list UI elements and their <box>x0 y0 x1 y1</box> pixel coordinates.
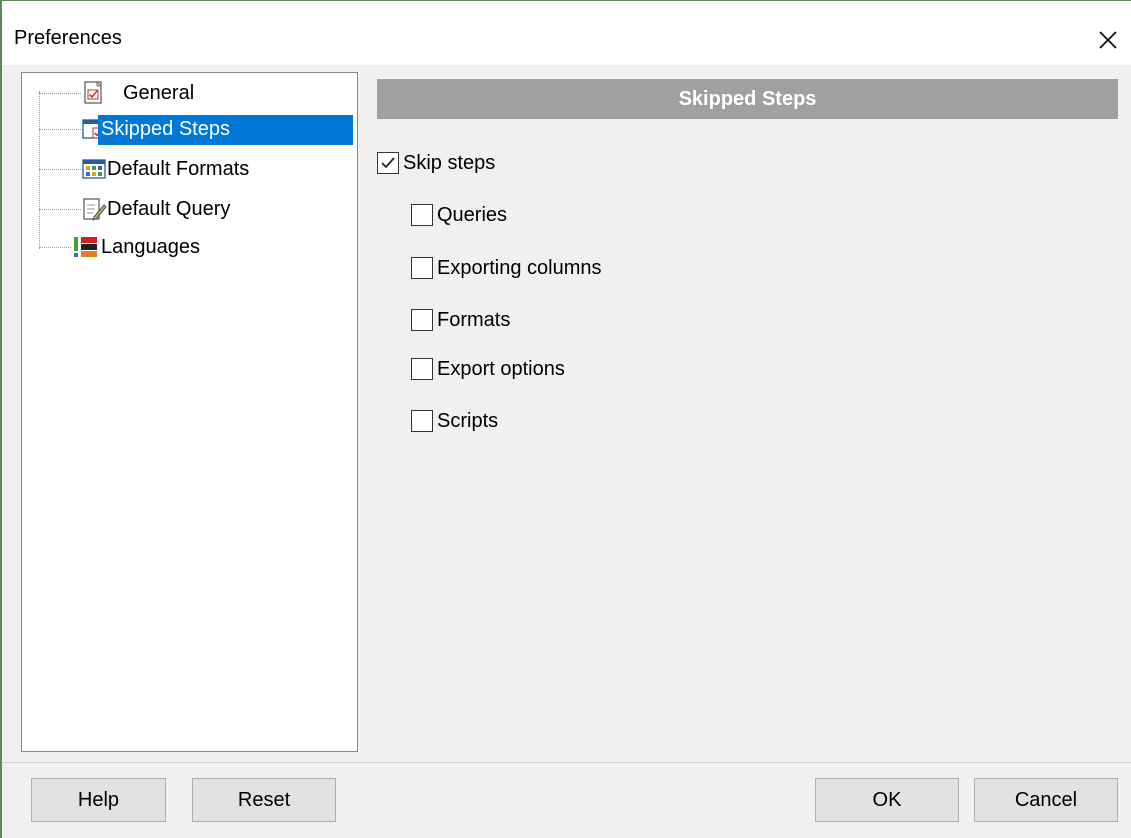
checkmark-icon <box>381 157 395 169</box>
formats-checkbox-row[interactable]: Formats <box>411 305 510 335</box>
tree-item-label: General <box>123 82 195 104</box>
queries-checkbox-row[interactable]: Queries <box>411 200 507 230</box>
title-bar: Preferences <box>2 1 1131 65</box>
tree-item-label: Default Query <box>107 198 231 220</box>
skip-steps-label: Skip steps <box>403 151 496 174</box>
cancel-button[interactable]: Cancel <box>974 778 1118 822</box>
close-icon <box>1099 31 1117 49</box>
tree-item-skipped-steps[interactable]: Skipped Steps <box>22 111 359 147</box>
tree-item-default-query[interactable]: Default Query <box>22 191 359 227</box>
languages-icon <box>74 237 97 257</box>
export-options-label: Export options <box>437 357 565 380</box>
dialog-body: General Skipped Steps Default Formats De… <box>2 65 1131 838</box>
general-icon <box>84 81 102 104</box>
skip-steps-checkbox[interactable] <box>377 152 399 174</box>
tree-item-label: Skipped Steps <box>98 115 353 145</box>
dialog-title: Preferences <box>14 27 122 49</box>
export-options-checkbox-row[interactable]: Export options <box>411 354 565 384</box>
skip-steps-checkbox-row[interactable]: Skip steps <box>377 148 495 178</box>
tree-item-languages[interactable]: Languages <box>22 229 359 265</box>
queries-label: Queries <box>437 203 508 226</box>
exporting-columns-checkbox-row[interactable]: Exporting columns <box>411 253 602 283</box>
scripts-label: Scripts <box>437 409 499 432</box>
help-button[interactable]: Help <box>31 778 166 822</box>
export-options-checkbox[interactable] <box>411 358 433 380</box>
reset-button[interactable]: Reset <box>192 778 336 822</box>
category-tree: General Skipped Steps Default Formats De… <box>21 72 358 752</box>
formats-label: Formats <box>437 308 511 331</box>
tree-item-label: Languages <box>101 236 200 258</box>
exporting-columns-checkbox[interactable] <box>411 257 433 279</box>
settings-panel: Skipped Steps Skip steps Queries Exporti… <box>377 79 1118 752</box>
formats-checkbox[interactable] <box>411 309 433 331</box>
ok-button[interactable]: OK <box>815 778 959 822</box>
scripts-checkbox[interactable] <box>411 410 433 432</box>
close-button[interactable] <box>1085 17 1131 63</box>
exporting-columns-label: Exporting columns <box>437 256 602 279</box>
panel-header: Skipped Steps <box>377 79 1118 119</box>
dialog-footer: Help Reset OK Cancel <box>2 762 1131 838</box>
tree-item-default-formats[interactable]: Default Formats <box>22 151 359 187</box>
scripts-checkbox-row[interactable]: Scripts <box>411 406 498 436</box>
preferences-dialog: Preferences General Skipped Steps Defaul… <box>0 0 1131 838</box>
tree-item-general[interactable]: General <box>22 75 359 111</box>
tree-item-label: Default Formats <box>107 158 250 180</box>
queries-checkbox[interactable] <box>411 204 433 226</box>
